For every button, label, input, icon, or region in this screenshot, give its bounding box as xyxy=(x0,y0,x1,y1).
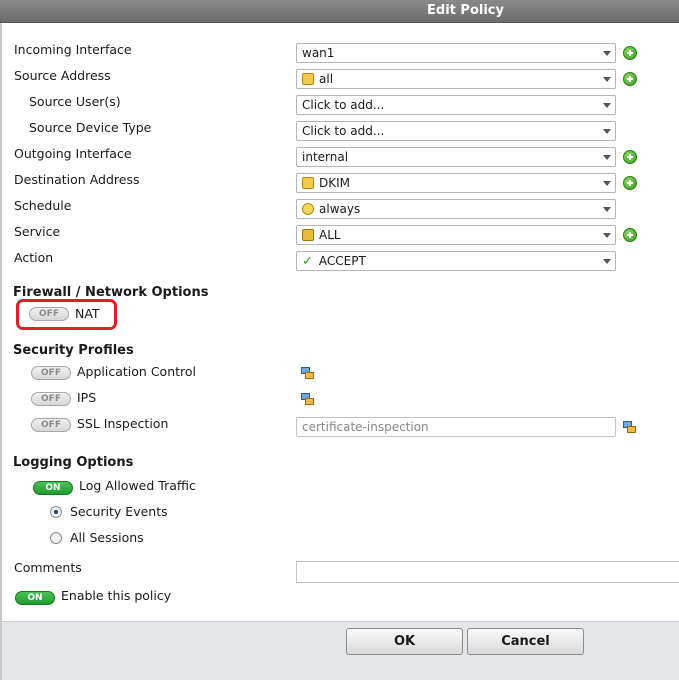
schedule-label: Schedule xyxy=(14,198,72,213)
application-control-profile-icon[interactable] xyxy=(300,366,315,381)
incoming-interface-select[interactable]: wan1 xyxy=(296,43,616,63)
source-device-type-value: Click to add... xyxy=(302,124,385,138)
dialog-title: Edit Policy xyxy=(427,3,504,18)
chevron-down-icon xyxy=(603,155,611,160)
ips-label: IPS xyxy=(77,390,97,405)
action-label: Action xyxy=(14,250,54,265)
outgoing-interface-select[interactable]: internal xyxy=(296,147,616,167)
ssl-inspection-field[interactable]: certificate-inspection xyxy=(296,417,616,437)
comments-label: Comments xyxy=(14,560,82,575)
outgoing-interface-label: Outgoing Interface xyxy=(14,146,132,161)
source-address-value: all xyxy=(319,72,334,86)
enable-policy-label: Enable this policy xyxy=(61,588,172,603)
checkmark-icon: ✓ xyxy=(302,254,313,269)
address-object-icon xyxy=(302,177,314,189)
chevron-down-icon xyxy=(603,233,611,238)
source-users-select[interactable]: Click to add... xyxy=(296,95,616,115)
ssl-inspection-toggle[interactable]: OFF xyxy=(31,418,71,432)
source-device-type-label: Source Device Type xyxy=(29,120,152,135)
ips-toggle[interactable]: OFF xyxy=(31,392,71,406)
source-address-label: Source Address xyxy=(14,68,111,83)
nat-toggle[interactable]: OFF xyxy=(29,307,69,321)
source-address-select[interactable]: all xyxy=(296,69,616,89)
enable-policy-toggle[interactable]: ON xyxy=(15,591,55,605)
security-events-label: Security Events xyxy=(70,504,168,519)
incoming-interface-label: Incoming Interface xyxy=(14,42,132,57)
source-users-label: Source User(s) xyxy=(29,94,121,109)
source-device-type-select[interactable]: Click to add... xyxy=(296,121,616,141)
dialog-titlebar: Edit Policy xyxy=(0,0,679,23)
ips-profile-icon[interactable] xyxy=(300,392,315,407)
chevron-down-icon xyxy=(603,259,611,264)
service-label: Service xyxy=(14,224,61,239)
schedule-select[interactable]: always xyxy=(296,199,616,219)
service-icon xyxy=(302,229,314,241)
nat-label: NAT xyxy=(75,306,100,321)
application-control-toggle[interactable]: OFF xyxy=(31,366,71,380)
log-allowed-traffic-label: Log Allowed Traffic xyxy=(79,478,196,493)
security-events-radio[interactable] xyxy=(50,506,62,518)
frame-border xyxy=(0,23,2,680)
chevron-down-icon xyxy=(603,129,611,134)
service-select[interactable]: ALL xyxy=(296,225,616,245)
schedule-value: always xyxy=(319,202,361,216)
application-control-label: Application Control xyxy=(77,364,197,379)
chevron-down-icon xyxy=(603,51,611,56)
cancel-button[interactable]: Cancel xyxy=(467,628,584,655)
log-allowed-traffic-toggle[interactable]: ON xyxy=(33,481,73,495)
action-select[interactable]: ✓ ACCEPT xyxy=(296,251,616,271)
add-destination-address-icon[interactable] xyxy=(623,176,637,190)
comments-textarea[interactable] xyxy=(296,561,679,583)
add-source-address-icon[interactable] xyxy=(623,72,637,86)
destination-address-select[interactable]: DKIM xyxy=(296,173,616,193)
incoming-interface-value: wan1 xyxy=(302,46,335,60)
destination-address-label: Destination Address xyxy=(14,172,140,187)
ssl-inspection-profile-icon[interactable] xyxy=(622,420,637,435)
chevron-down-icon xyxy=(603,103,611,108)
address-object-icon xyxy=(302,73,314,85)
schedule-icon xyxy=(302,203,314,215)
outgoing-interface-value: internal xyxy=(302,150,349,164)
firewall-options-heading: Firewall / Network Options xyxy=(13,285,209,300)
add-outgoing-interface-icon[interactable] xyxy=(623,150,637,164)
chevron-down-icon xyxy=(603,77,611,82)
add-service-icon[interactable] xyxy=(623,228,637,242)
chevron-down-icon xyxy=(603,181,611,186)
source-users-value: Click to add... xyxy=(302,98,385,112)
security-profiles-heading: Security Profiles xyxy=(13,343,134,358)
ssl-inspection-label: SSL Inspection xyxy=(77,416,169,431)
all-sessions-label: All Sessions xyxy=(70,530,144,545)
logging-options-heading: Logging Options xyxy=(13,455,134,470)
action-value: ACCEPT xyxy=(318,254,366,268)
chevron-down-icon xyxy=(603,207,611,212)
add-incoming-interface-icon[interactable] xyxy=(623,46,637,60)
service-value: ALL xyxy=(319,228,341,242)
destination-address-value: DKIM xyxy=(319,176,351,190)
all-sessions-radio[interactable] xyxy=(50,532,62,544)
ok-button[interactable]: OK xyxy=(346,628,463,655)
